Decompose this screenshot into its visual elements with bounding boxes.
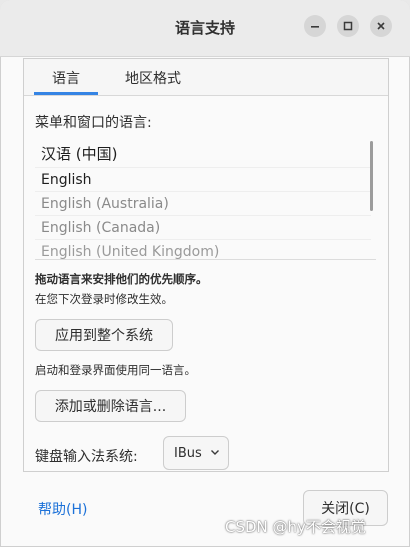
maximize-button[interactable]	[337, 15, 359, 37]
minimize-icon	[311, 26, 319, 28]
notebook-panel: 语言 地区格式 菜单和窗口的语言: 汉语 (中国) English Englis…	[23, 58, 389, 472]
list-scrollbar[interactable]	[370, 141, 373, 211]
language-list[interactable]: 汉语 (中国) English English (Australia) Engl…	[35, 139, 376, 260]
language-item[interactable]: English (Canada)	[35, 215, 371, 240]
active-tab-indicator	[34, 92, 98, 95]
tab-language[interactable]: 语言	[52, 68, 80, 88]
input-method-select[interactable]: IBus	[163, 436, 229, 470]
tab-regional-formats[interactable]: 地区格式	[125, 68, 181, 88]
add-remove-languages-button[interactable]: 添加或删除语言...	[35, 390, 186, 422]
menu-language-label: 菜单和窗口的语言:	[35, 115, 152, 131]
maximize-icon	[343, 21, 353, 31]
language-support-window: 语言支持 语言 地区格式 菜单和窗口的语言: 汉语 (中国) English E…	[0, 0, 410, 547]
title-bar: 语言支持	[0, 0, 410, 57]
language-item[interactable]: English (Australia)	[35, 191, 371, 216]
next-login-hint: 在您下次登录时修改生效。	[35, 292, 173, 306]
tab-bar: 语言 地区格式	[24, 59, 388, 96]
input-method-value: IBus	[174, 446, 202, 461]
watermark-text: CSDN @hy不会视觉	[225, 518, 366, 536]
minimize-button[interactable]	[304, 15, 326, 37]
close-icon	[377, 22, 385, 30]
close-window-button[interactable]	[370, 15, 392, 37]
chevron-down-icon	[211, 450, 219, 455]
help-button[interactable]: 帮助(H)	[38, 499, 87, 519]
login-screen-hint: 启动和登录界面使用同一语言。	[35, 363, 196, 377]
language-item[interactable]: English (United Kingdom)	[35, 239, 371, 259]
drag-order-hint: 拖动语言来安排他们的优先顺序。	[35, 272, 208, 286]
language-item[interactable]: 汉语 (中国)	[35, 142, 371, 166]
apply-system-wide-button[interactable]: 应用到整个系统	[35, 319, 173, 351]
language-item[interactable]: English	[35, 167, 371, 192]
keyboard-input-label: 键盘输入法系统:	[35, 449, 138, 465]
